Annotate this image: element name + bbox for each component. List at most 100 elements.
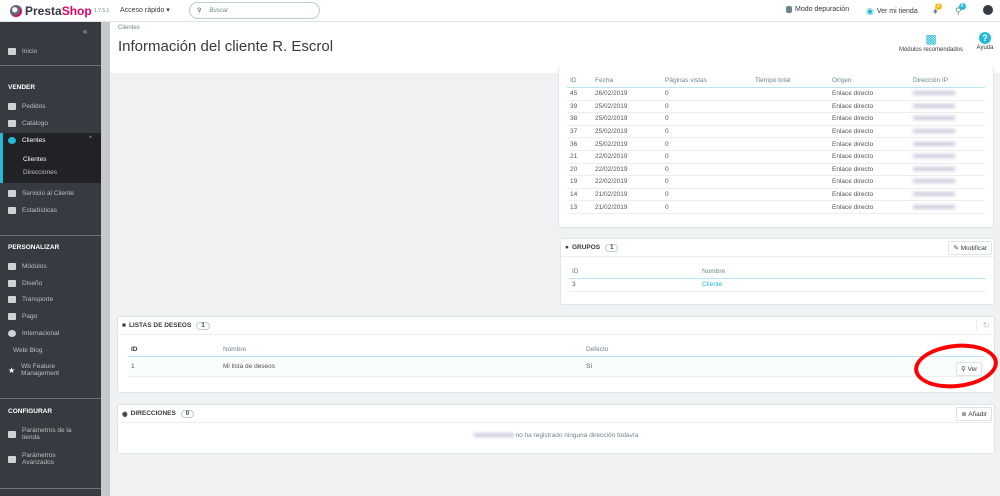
sidebar-item-customers[interactable]: Clientes [8,137,45,144]
sidebar-item-orders[interactable]: Pedidos [8,103,46,110]
cell: 25/02/2019 [592,112,662,126]
label: Ayuda [976,45,994,51]
label: Pedidos [22,103,46,110]
cell: Enlace directo [829,150,910,164]
col-header: Nombre [699,265,986,279]
cell: 0 [662,175,752,189]
sidebar-item-design[interactable]: Diseño [8,280,42,287]
label: Servicio al Cliente [22,190,75,197]
cell: Enlace directo [829,200,910,214]
recommended-modules-button[interactable]: ▩ Módulos recomendados [895,32,967,53]
panel-title: GRUPOS [571,244,601,251]
sidebar-item-catalog[interactable]: Catálogo [8,120,48,127]
gift-icon: ■ [122,322,126,329]
sidebar-item-webi-blog[interactable]: Webi Blog [13,347,43,354]
table-row: 38 25/02/2019 0 Enlace directo [567,112,985,126]
cell: 22/02/2019 [592,150,662,164]
debug-label: Modo depuración [795,6,850,13]
refresh-icon[interactable]: ↻ [976,320,990,331]
user-avatar-icon[interactable] [983,5,993,15]
sidebar-item-wb-feature[interactable]: ★ Wb Feature Management [8,363,59,377]
table-row: 1 Mi lista de deseos Sí [128,356,984,377]
breadcrumb[interactable]: Clientes [118,25,140,31]
cell [752,150,829,164]
panel-title: DIRECCIONES [130,410,176,417]
col-header: Nombre [220,343,583,357]
group-link[interactable]: Cliente [699,278,986,292]
sidebar-item-shipping[interactable]: Transporte [8,296,53,303]
subitem-addresses[interactable]: Direcciones [23,169,57,176]
label: Avanzados [22,459,55,466]
collapse-icon[interactable]: « [83,27,87,36]
debug-mode-link[interactable]: Modo depuración [786,6,849,13]
cell [752,137,829,151]
sidebar-item-stats[interactable]: Estadísticas [8,207,57,214]
monitor-icon [8,280,16,287]
sidebar-item-payment[interactable]: Pago [8,313,37,320]
sidebar-item-home[interactable]: Inicio [8,48,37,55]
sidebar-item-shop-params[interactable]: Parámetros de la tienda [8,427,72,441]
cell: 1 [128,356,220,377]
visits-table: ID Fecha Páginas vistas Tiempo total Origen D… [567,74,985,214]
label: Modificar [960,245,987,252]
search-placeholder: Buscar [209,7,229,14]
table-row: 36 25/02/2019 0 Enlace directo [567,137,985,151]
ip-cell-redacted [910,163,985,177]
col-header: Dirección IP [910,74,985,88]
groups-panel: ● GRUPOS 1 ✎ Modificar ID Nombre 3 Cliente [560,238,995,305]
panel-title: LISTAS DE DESEOS [128,322,192,329]
eye-icon: ◉ [866,6,874,16]
sidebar-item-service[interactable]: Servicio al Cliente [8,190,74,197]
edit-groups-button[interactable]: ✎ Modificar [948,241,992,255]
label: tienda [22,434,40,441]
chart-icon [8,207,16,214]
cell: 25/02/2019 [592,100,662,114]
cell: 21 [567,150,592,164]
cell: 13 [567,200,592,214]
col-header: ID [569,265,699,279]
cell: 0 [662,188,752,202]
table-row: 37 25/02/2019 0 Enlace directo [567,125,985,139]
sidebar-item-modules[interactable]: Módulos [8,263,47,270]
cell: 45 [567,87,592,101]
col-header: Defecto [583,343,915,357]
section-improve: PERSONALIZAR [8,244,60,251]
cell [752,175,829,189]
ip-cell-redacted [910,200,985,214]
view-store-link[interactable]: ◉ Ver mi tienda [866,6,918,17]
search-input[interactable]: ⚲ Buscar [189,2,320,19]
cell: 0 [662,87,752,101]
cell: Enlace directo [829,163,910,177]
label: Estadísticas [22,207,58,214]
ip-cell-redacted [910,87,985,101]
chevron-up-icon[interactable]: ^ [89,136,92,142]
help-icon: ? [979,32,991,44]
prestashop-logo[interactable]: PrestaShop [10,4,92,18]
label: Parámetros [22,452,56,459]
cell [752,100,829,114]
label: Módulos [22,263,47,270]
sidebar-item-international[interactable]: Internacional [8,330,59,337]
label: Módulos recomendados [898,47,964,53]
help-button[interactable]: ? Ayuda [974,32,996,51]
sidebar-scrollbar[interactable] [101,22,110,496]
cell: Sí [583,356,915,377]
quick-access-menu[interactable]: Acceso rápido ▾ [120,6,170,14]
trophy-icon[interactable]: ⚲ 8 [955,3,966,17]
cell [752,200,829,214]
ip-cell-redacted [910,100,985,114]
basket-icon [8,103,16,110]
label: Diseño [22,280,43,287]
sidebar-item-advanced-params[interactable]: Parámetros Avanzados [8,452,56,466]
bug-icon [786,6,792,13]
add-address-button[interactable]: ⊕ Añadir [956,407,992,421]
star-icon: ★ [8,365,16,375]
cell: 39 [567,100,592,114]
truck-icon [8,296,16,303]
subitem-customers[interactable]: Clientes [23,156,46,163]
puzzle-icon [8,263,16,270]
bell-icon[interactable]: ♦ 2 [933,3,942,16]
settings-icon [8,455,16,463]
wishlists-panel: ■ LISTAS DE DESEOS 1 ↻ ID Nombre Defecto 1 Mi … [117,316,995,393]
logo-icon [10,5,22,17]
